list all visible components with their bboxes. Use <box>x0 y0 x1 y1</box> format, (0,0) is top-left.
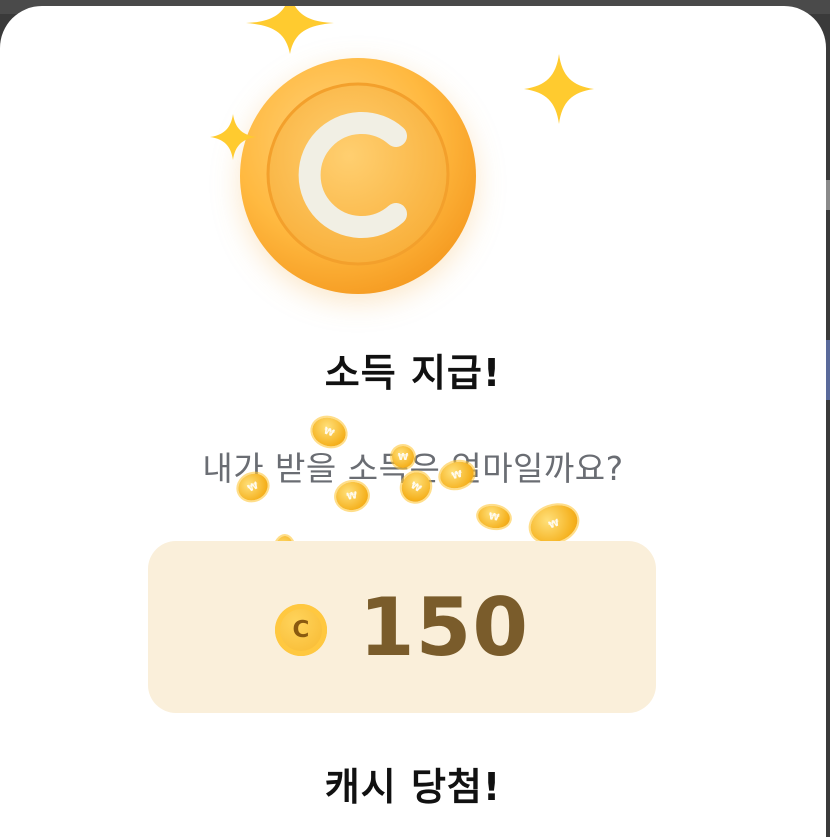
modal-title: 소득 지급! <box>324 351 502 395</box>
falling-coin-icon <box>392 446 414 468</box>
reward-box: C 150 <box>148 541 656 713</box>
reward-result-text: 캐시 당첨! <box>324 765 502 809</box>
reward-modal: 소득 지급! 내가 받을 소득은 얼마일까요? C 150 캐시 당첨! <box>0 6 826 837</box>
sparkle-icon <box>246 6 334 54</box>
cash-coin-icon: C <box>275 604 327 656</box>
reward-amount: 150 <box>359 580 529 674</box>
hero-coin-icon <box>240 58 476 294</box>
sparkle-icon <box>524 54 594 124</box>
sparkle-icon <box>210 114 256 160</box>
cash-coin-letter: C <box>292 617 310 643</box>
falling-coin-icon <box>476 503 512 531</box>
falling-coin-icon <box>333 479 371 513</box>
